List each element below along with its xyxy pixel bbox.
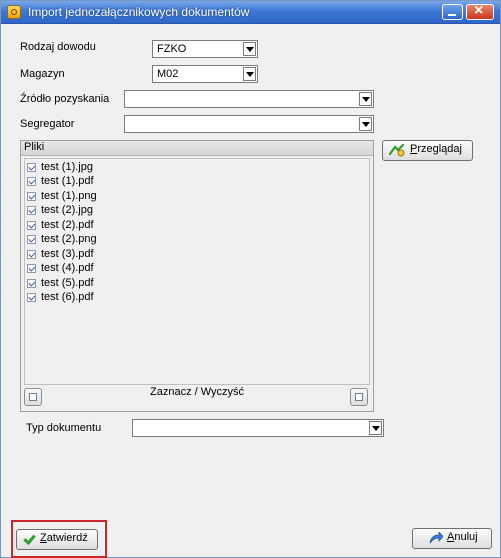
pliki-panel: Pliki test (1).jpg test (1).pdf test (1)… <box>20 140 374 412</box>
browse-icon <box>389 144 405 157</box>
select-toggle-label[interactable]: Zaznacz / Wyczyść <box>150 386 244 398</box>
checkbox-icon[interactable] <box>27 206 36 215</box>
file-name: test (1).png <box>41 190 97 202</box>
file-name: test (6).pdf <box>41 291 94 303</box>
checkbox-icon[interactable] <box>27 177 36 186</box>
dropdown-arrow-icon[interactable] <box>359 92 372 106</box>
close-button[interactable] <box>466 2 494 20</box>
magazyn-select[interactable]: M02 <box>152 65 258 83</box>
checkbox-icon[interactable] <box>27 163 36 172</box>
browse-button[interactable]: Przeglądaj <box>382 140 473 161</box>
file-name: test (2).pdf <box>41 219 94 231</box>
select-all-button[interactable] <box>24 388 42 406</box>
zrodlo-pozyskania-label: Źródło pozyskania <box>20 93 110 105</box>
confirm-button[interactable]: Zatwierdź <box>16 529 98 550</box>
typ-dokumentu-label: Typ dokumentu <box>26 422 102 434</box>
browse-label: rzeglądaj <box>417 143 462 155</box>
import-dialog: Import jednozałącznikowych dokumentów Ro… <box>0 0 501 558</box>
file-name: test (4).pdf <box>41 262 94 274</box>
rodzaj-dowodu-label: Rodzaj dowodu <box>20 41 96 53</box>
segregator-label: Segregator <box>20 118 75 130</box>
checkbox-icon[interactable] <box>27 293 36 302</box>
file-name: test (5).pdf <box>41 277 94 289</box>
dropdown-arrow-icon[interactable] <box>243 42 256 56</box>
pliki-header: Pliki <box>21 141 373 156</box>
magazyn-label: Magazyn <box>20 68 65 80</box>
file-name: test (1).jpg <box>41 161 93 173</box>
file-name: test (3).pdf <box>41 248 94 260</box>
dropdown-arrow-icon[interactable] <box>369 421 382 435</box>
typ-dokumentu-select[interactable] <box>132 419 384 437</box>
cancel-button[interactable]: Anuluj <box>412 528 492 549</box>
window-title: Import jednozałącznikowych dokumentów <box>28 5 250 19</box>
cancel-arrow-icon <box>429 532 443 544</box>
magazyn-value: M02 <box>157 68 179 80</box>
checkbox-icon[interactable] <box>27 192 36 201</box>
file-name: test (1).pdf <box>41 175 94 187</box>
checkbox-icon[interactable] <box>27 235 36 244</box>
checkbox-icon[interactable] <box>27 279 36 288</box>
pliki-title: Pliki <box>24 141 45 153</box>
rodzaj-dowodu-select[interactable]: FZKO <box>152 40 258 58</box>
check-icon <box>23 534 35 544</box>
window-app-icon <box>7 5 21 19</box>
checkbox-icon[interactable] <box>27 264 36 273</box>
segregator-select[interactable] <box>124 115 374 133</box>
rodzaj-dowodu-value: FZKO <box>157 43 187 55</box>
confirm-hotkey: Z <box>40 532 47 544</box>
zrodlo-pozyskania-select[interactable] <box>124 90 374 108</box>
minimize-button[interactable] <box>442 4 463 20</box>
title-bar[interactable]: Import jednozałącznikowych dokumentów <box>1 1 500 24</box>
cancel-label: nuluj <box>454 531 478 543</box>
confirm-label: atwierdź <box>46 532 88 544</box>
checkbox-icon[interactable] <box>27 250 36 259</box>
file-name: test (2).jpg <box>41 204 93 216</box>
dropdown-arrow-icon[interactable] <box>359 117 372 131</box>
dropdown-arrow-icon[interactable] <box>243 67 256 81</box>
clear-all-button[interactable] <box>350 388 368 406</box>
file-list[interactable]: test (1).jpg test (1).pdf test (1).png t… <box>24 158 370 385</box>
checkbox-icon[interactable] <box>27 221 36 230</box>
file-name: test (2).png <box>41 233 97 245</box>
